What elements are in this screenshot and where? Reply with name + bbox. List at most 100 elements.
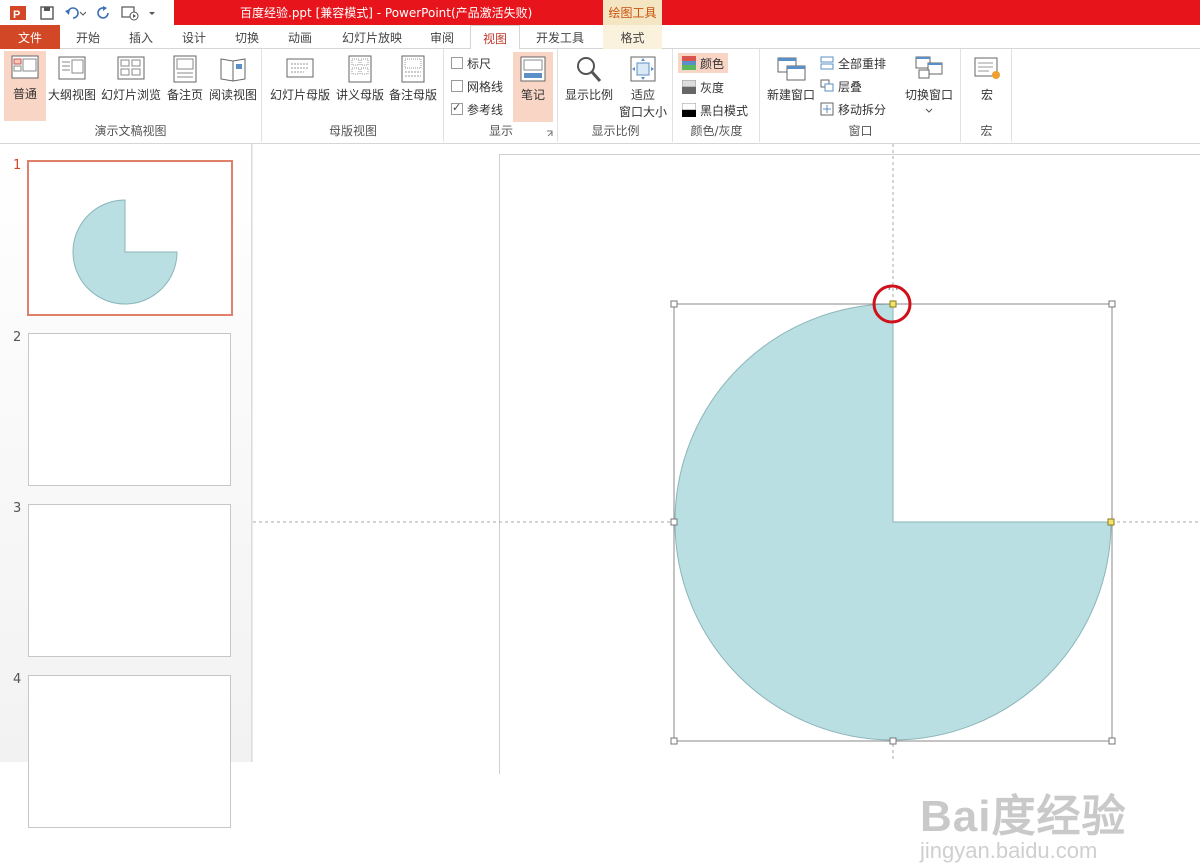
normal-view-button[interactable]: 普通 [4,51,46,121]
undo-icon[interactable] [58,0,92,25]
resize-handle-bottom[interactable] [889,737,897,745]
tab-slideshow[interactable]: 幻灯片放映 [328,25,416,49]
baidu-watermark: Bai度经验 jingyan.baidu.com [920,780,1126,864]
macros-button[interactable]: 宏 [967,52,1007,120]
gridlines-check-icon [451,80,463,92]
ruler-checkbox[interactable]: 标尺 [451,53,491,73]
tab-animations[interactable]: 动画 [274,25,326,49]
color-button[interactable]: 颜色 [678,53,729,73]
resize-handle-bottom-right[interactable] [1108,737,1116,745]
ruler-check-icon [451,57,463,69]
slide-thumbnail-3[interactable] [28,504,231,657]
macros-label: 宏 [980,88,993,102]
chevron-down-icon [925,108,933,113]
group-show: 标尺 网格线 参考线 笔记 显示 [445,49,558,142]
grayscale-swatch-icon [682,80,696,94]
handout-master-label: 讲义母版 [335,88,384,102]
cascade-button[interactable]: 层叠 [820,76,862,96]
slide-thumbnail-4[interactable] [28,675,231,828]
cascade-label: 层叠 [838,79,863,94]
guides-check-icon [451,101,463,115]
new-window-button[interactable]: 新建窗口 [764,52,818,120]
start-slideshow-icon[interactable] [116,0,146,25]
tab-developer[interactable]: 开发工具 [524,25,596,49]
watermark-logo: Bai度经验 [920,792,1127,841]
outline-view-icon [58,56,86,80]
slide-thumbnail-2[interactable] [28,333,231,486]
fit-to-window-icon [630,56,656,82]
slide-number: 3 [13,501,22,516]
notes-page-label: 备注页 [166,88,203,102]
slide-sorter-label: 幻灯片浏览 [100,88,161,102]
grayscale-button[interactable]: 灰度 [682,77,724,97]
adjust-handle-end[interactable] [1107,518,1115,526]
tab-home[interactable]: 开始 [62,25,114,49]
arrange-all-label: 全部重排 [838,56,887,71]
adjust-handle-start[interactable] [889,300,897,308]
notes-master-label: 备注母版 [388,88,437,102]
quick-access-toolbar: P [0,0,158,25]
gridlines-checkbox[interactable]: 网格线 [451,76,503,96]
switch-window-button[interactable]: 切换窗口 [903,52,955,130]
group-macros: 宏 宏 [962,49,1012,142]
slide-master-button[interactable]: 幻灯片母版 [267,52,333,120]
handout-master-button[interactable]: 讲义母版 [335,52,385,120]
group-zoom: 显示比例 适应 窗口大小 显示比例 [559,49,673,142]
resize-handle-top-left[interactable] [670,300,678,308]
group-label-window: 窗口 [848,124,873,138]
new-window-icon [777,57,806,81]
group-color-grayscale: 颜色 灰度 黑白模式 颜色/灰度 [674,49,760,142]
slide-number: 4 [13,672,22,687]
tab-file[interactable]: 文件 [0,25,60,49]
black-white-label: 黑白模式 [700,103,749,118]
tab-insert[interactable]: 插入 [116,25,166,49]
notes-master-button[interactable]: 备注母版 [387,52,439,120]
group-label-presentation-views: 演示文稿视图 [94,124,167,138]
ribbon: 普通 大纲视图 幻灯片浏览 备注页 阅读视图 演示文稿视图 幻灯片母版 讲义母版 [0,49,1200,144]
save-icon[interactable] [36,0,58,25]
pie-shape[interactable] [674,303,1112,741]
move-split-button[interactable]: 移动拆分 [820,99,886,119]
dialog-launcher-icon[interactable] [546,130,554,138]
redo-icon[interactable] [92,0,116,25]
tab-design[interactable]: 设计 [168,25,220,49]
tab-review[interactable]: 审阅 [418,25,466,49]
normal-view-label: 普通 [12,87,37,101]
resize-handle-top-right[interactable] [1108,300,1116,308]
slide-sorter-button[interactable]: 幻灯片浏览 [99,52,163,120]
reading-view-icon [220,58,246,82]
zoom-button[interactable]: 显示比例 [563,52,615,120]
slide-sorter-icon [117,56,145,80]
resize-handle-left[interactable] [670,518,678,526]
tab-transitions[interactable]: 切换 [222,25,272,49]
group-label-master-views: 母版视图 [328,124,377,138]
color-label: 颜色 [700,56,725,71]
color-swatch-icon [682,56,696,70]
black-white-button[interactable]: 黑白模式 [682,100,748,120]
slide-master-icon [286,58,314,78]
fit-to-window-button[interactable]: 适应 窗口大小 [617,52,669,132]
outline-view-button[interactable]: 大纲视图 [47,52,97,120]
slide-thumbnails-pane[interactable]: 1 2 3 4 [0,144,252,828]
switch-window-label: 切换窗口 [904,88,953,102]
window-title: 百度经验.ppt [兼容模式] - PowerPoint(产品激活失败) [240,6,533,20]
arrange-all-button[interactable]: 全部重排 [820,53,886,73]
fit-line1-label: 适应 [630,88,655,102]
tab-view[interactable]: 视图 [470,25,520,50]
resize-handle-bottom-left[interactable] [670,737,678,745]
notes-button[interactable]: 笔记 [513,52,553,122]
guides-checkbox[interactable]: 参考线 [451,99,503,119]
ruler-label: 标尺 [467,56,492,71]
group-label-color-grayscale: 颜色/灰度 [690,124,743,138]
customize-qat-icon[interactable] [146,0,158,25]
reading-view-button[interactable]: 阅读视图 [207,52,259,120]
notes-page-button[interactable]: 备注页 [165,52,205,120]
slide-overlay [253,144,1200,762]
slide-editing-area[interactable] [253,144,1200,774]
workspace: 1 2 3 4 Bai度经验 jingyan.baidu.com [0,144,1200,863]
slide-thumbnail-1[interactable] [27,160,233,316]
notes-page-icon [173,55,197,83]
powerpoint-logo-icon[interactable]: P [0,0,36,25]
tab-format[interactable]: 格式 [603,25,662,49]
slide-number: 2 [13,330,22,345]
